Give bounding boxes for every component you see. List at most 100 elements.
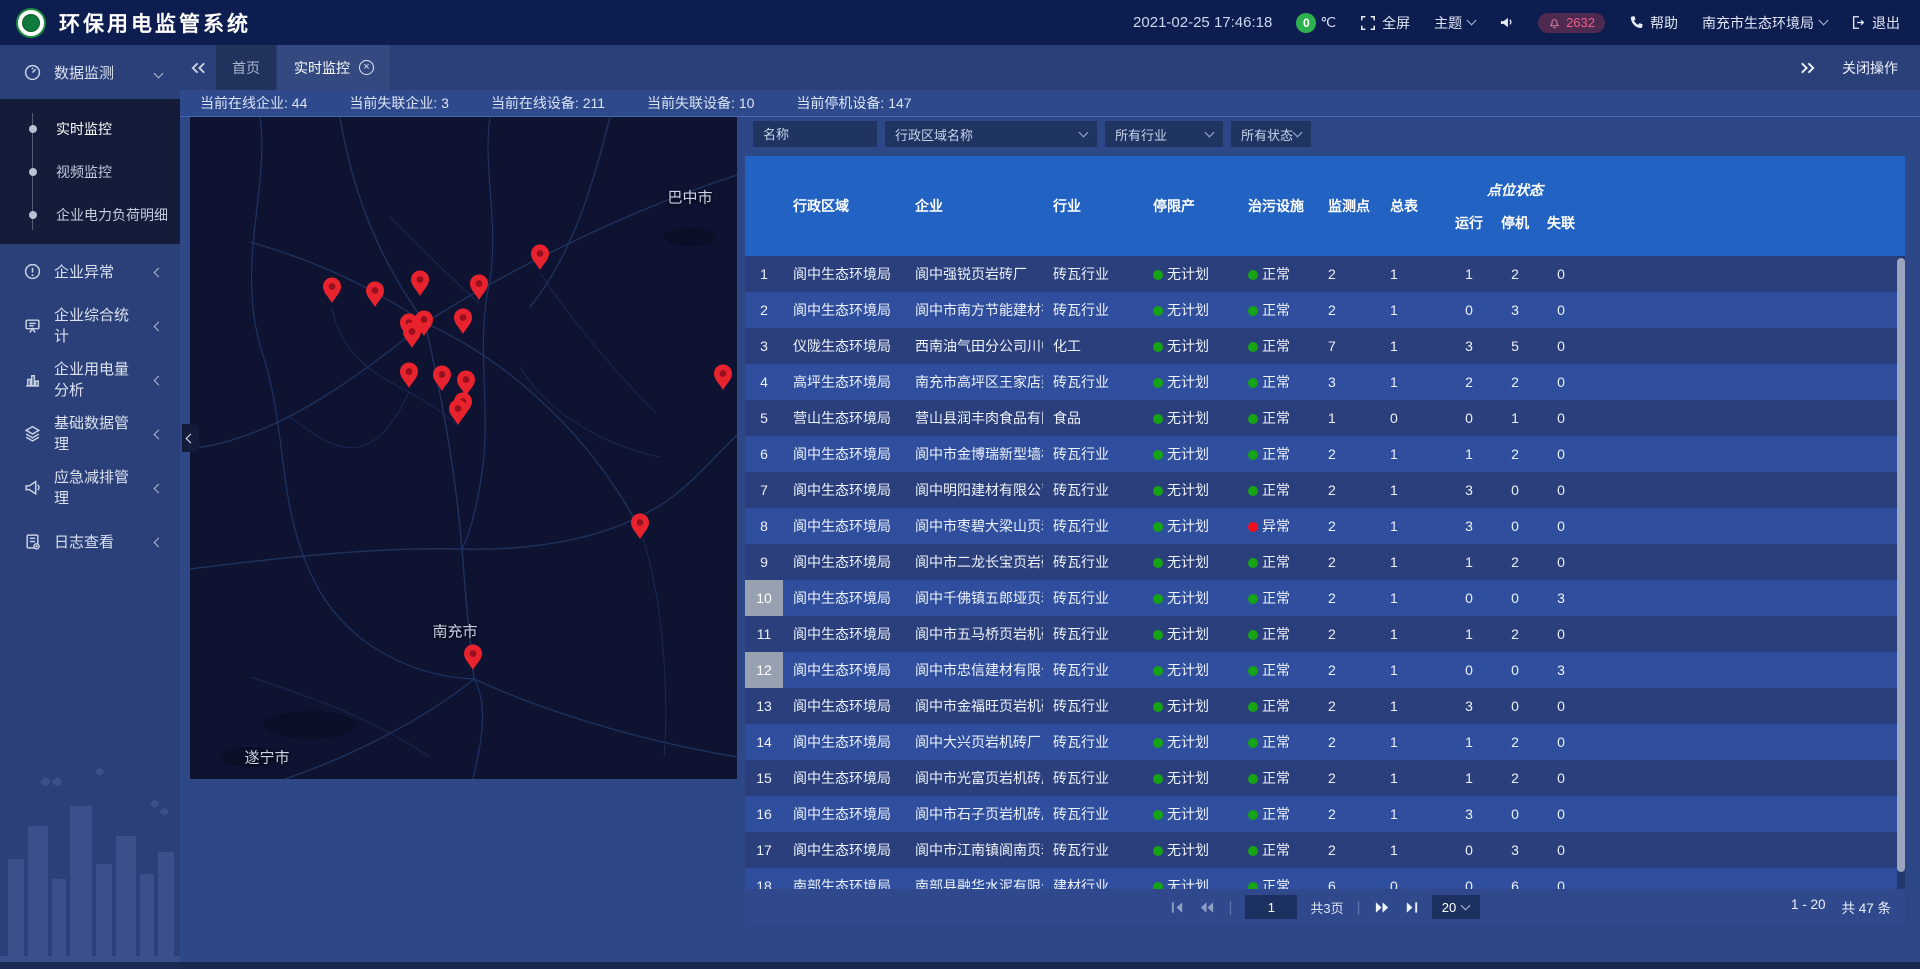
table-row[interactable]: 8阆中生态环境局阆中市枣碧大梁山页岩砖瓦行业无计划异常21300	[745, 508, 1905, 544]
chevron-down-icon	[1293, 127, 1303, 137]
status-dot	[1248, 306, 1258, 316]
tab-首页[interactable]: 首页	[216, 45, 276, 90]
tabs-scroll-right-button[interactable]	[1790, 61, 1826, 75]
cell-meter: 1	[1380, 770, 1446, 786]
sidebar-item-label: 基础数据管理	[54, 412, 142, 454]
cell-monitor: 7	[1318, 338, 1380, 354]
table-row[interactable]: 3仪陇生态环境局西南油气田分公司川中化工无计划正常71350	[745, 328, 1905, 364]
cell-stop: 2	[1492, 554, 1538, 570]
logout-button[interactable]: 退出	[1851, 13, 1900, 33]
table-row[interactable]: 10阆中生态环境局阆中千佛镇五郎垭页岩砖瓦行业无计划正常21003	[745, 580, 1905, 616]
region-filter-select[interactable]: 行政区域名称	[885, 121, 1097, 147]
map-pin[interactable]	[712, 363, 734, 391]
sidebar-item-data-monitoring[interactable]: 数据监测	[0, 45, 180, 99]
col-index	[745, 156, 783, 256]
map-pin[interactable]	[452, 307, 474, 335]
sidebar-item-enterprise-abnormal[interactable]: 企业异常	[0, 244, 180, 298]
org-dropdown[interactable]: 南充市生态环境局	[1702, 13, 1827, 33]
fullscreen-button[interactable]: 全屏	[1360, 13, 1410, 33]
cell-run: 3	[1446, 518, 1492, 534]
col-filler	[1584, 156, 1905, 256]
map-pin[interactable]	[447, 398, 469, 426]
map-pin[interactable]	[401, 321, 423, 349]
sidebar-item-emergency-reduction[interactable]: 应急减排管理	[0, 460, 180, 514]
sidebar-item-power-usage-analysis[interactable]: 企业用电量分析	[0, 352, 180, 406]
map-canvas[interactable]: 巴中市南充市遂宁市	[190, 117, 737, 779]
table-row[interactable]: 4高坪生态环境局南充市高坪区王家店建砖瓦行业无计划正常31220	[745, 364, 1905, 400]
cell-lost: 0	[1538, 734, 1584, 750]
last-page-button[interactable]	[1404, 901, 1419, 914]
map-pin[interactable]	[468, 273, 490, 301]
map-pin[interactable]	[398, 361, 420, 389]
status-filter-select[interactable]: 所有状态	[1231, 121, 1311, 147]
page-number-input[interactable]	[1245, 895, 1297, 919]
map-pin[interactable]	[409, 269, 431, 297]
next-page-button[interactable]	[1374, 901, 1391, 914]
sidebar-subitem-realtime-monitor[interactable]: 实时监控	[0, 107, 180, 150]
sidebar-item-log-view[interactable]: 日志查看	[0, 514, 180, 568]
table-row[interactable]: 12阆中生态环境局阆中市忠信建材有限公砖瓦行业无计划正常21003	[745, 652, 1905, 688]
map-pin[interactable]	[529, 243, 551, 271]
cell-lost: 0	[1538, 302, 1584, 318]
row-number: 8	[745, 508, 783, 544]
theme-dropdown[interactable]: 主题	[1434, 13, 1475, 33]
table-scrollbar[interactable]	[1897, 256, 1905, 889]
sidebar-subitem-video-monitor[interactable]: 视频监控	[0, 150, 180, 193]
map-pin[interactable]	[629, 512, 651, 540]
cell-meter: 1	[1380, 446, 1446, 462]
sidebar-item-enterprise-statistics[interactable]: 企业综合统计	[0, 298, 180, 352]
map-pin[interactable]	[431, 364, 453, 392]
status-dot	[1153, 522, 1163, 532]
divider: |	[1357, 899, 1361, 916]
sidebar-subitem-power-load-detail[interactable]: 企业电力负荷明细	[0, 193, 180, 236]
sound-button[interactable]	[1499, 15, 1514, 30]
table-row[interactable]: 13阆中生态环境局阆中市金福旺页岩机砖砖瓦行业无计划正常21300	[745, 688, 1905, 724]
table-row[interactable]: 7阆中生态环境局阆中明阳建材有限公司砖瓦行业无计划正常21300	[745, 472, 1905, 508]
table-row[interactable]: 18南部生态环境局南部县融华水泥有限公建材行业无计划正常60060	[745, 868, 1905, 889]
scrollbar-thumb[interactable]	[1897, 258, 1905, 872]
table-row[interactable]: 15阆中生态环境局阆中市光富页岩机砖厂砖瓦行业无计划正常21120	[745, 760, 1905, 796]
logout-icon	[1851, 15, 1866, 30]
table-row[interactable]: 1阆中生态环境局阆中强锐页岩砖厂砖瓦行业无计划正常21120	[745, 256, 1905, 292]
cell-industry: 砖瓦行业	[1043, 840, 1143, 860]
industry-filter-select[interactable]: 所有行业	[1105, 121, 1223, 147]
cell-company: 阆中市二龙长宝页岩砖	[905, 552, 1043, 572]
col-region: 行政区域	[783, 156, 905, 256]
table-row[interactable]: 2阆中生态环境局阆中市南方节能建材有砖瓦行业无计划正常21030	[745, 292, 1905, 328]
cell-facility: 正常	[1238, 372, 1318, 392]
close-operations-button[interactable]: 关闭操作	[1842, 58, 1898, 78]
cell-industry: 砖瓦行业	[1043, 696, 1143, 716]
cell-region: 仪陇生态环境局	[783, 336, 905, 356]
cell-run: 1	[1446, 446, 1492, 462]
status-dot	[1153, 378, 1163, 388]
stat-value: 10	[739, 95, 755, 111]
tab-close-icon[interactable]: ×	[359, 60, 374, 75]
tabs-scroll-left-button[interactable]	[180, 45, 216, 90]
name-filter-input[interactable]	[753, 121, 877, 147]
cell-facility: 正常	[1238, 624, 1318, 644]
first-page-button[interactable]	[1170, 901, 1185, 914]
sidebar-collapse-handle[interactable]	[182, 424, 199, 452]
table-row[interactable]: 14阆中生态环境局阆中大兴页岩机砖厂砖瓦行业无计划正常21120	[745, 724, 1905, 760]
table-row[interactable]: 5营山生态环境局营山县润丰肉食品有限食品无计划正常10010	[745, 400, 1905, 436]
map-pin[interactable]	[364, 280, 386, 308]
status-dot	[1153, 558, 1163, 568]
cell-industry: 建材行业	[1043, 876, 1143, 889]
sidebar-item-base-data-manage[interactable]: 基础数据管理	[0, 406, 180, 460]
table-row[interactable]: 11阆中生态环境局阆中市五马桥页岩机砖砖瓦行业无计划正常21120	[745, 616, 1905, 652]
page-size-select[interactable]: 20	[1432, 895, 1480, 919]
cell-monitor: 2	[1318, 662, 1380, 678]
help-button[interactable]: 帮助	[1629, 13, 1678, 33]
table-row[interactable]: 6阆中生态环境局阆中市金博瑞新型墙材砖瓦行业无计划正常21120	[745, 436, 1905, 472]
alarm-badge[interactable]: 2632	[1538, 13, 1605, 33]
table-row[interactable]: 17阆中生态环境局阆中市江南镇阆南页岩砖瓦行业无计划正常21030	[745, 832, 1905, 868]
status-dot	[1248, 270, 1258, 280]
row-number: 14	[745, 724, 783, 760]
status-dot	[1153, 270, 1163, 280]
prev-page-button[interactable]	[1198, 901, 1215, 914]
tab-实时监控[interactable]: 实时监控×	[278, 45, 390, 90]
table-row[interactable]: 9阆中生态环境局阆中市二龙长宝页岩砖砖瓦行业无计划正常21120	[745, 544, 1905, 580]
map-pin[interactable]	[462, 643, 484, 671]
table-row[interactable]: 16阆中生态环境局阆中市石子页岩机砖厂砖瓦行业无计划正常21300	[745, 796, 1905, 832]
map-pin[interactable]	[321, 276, 343, 304]
